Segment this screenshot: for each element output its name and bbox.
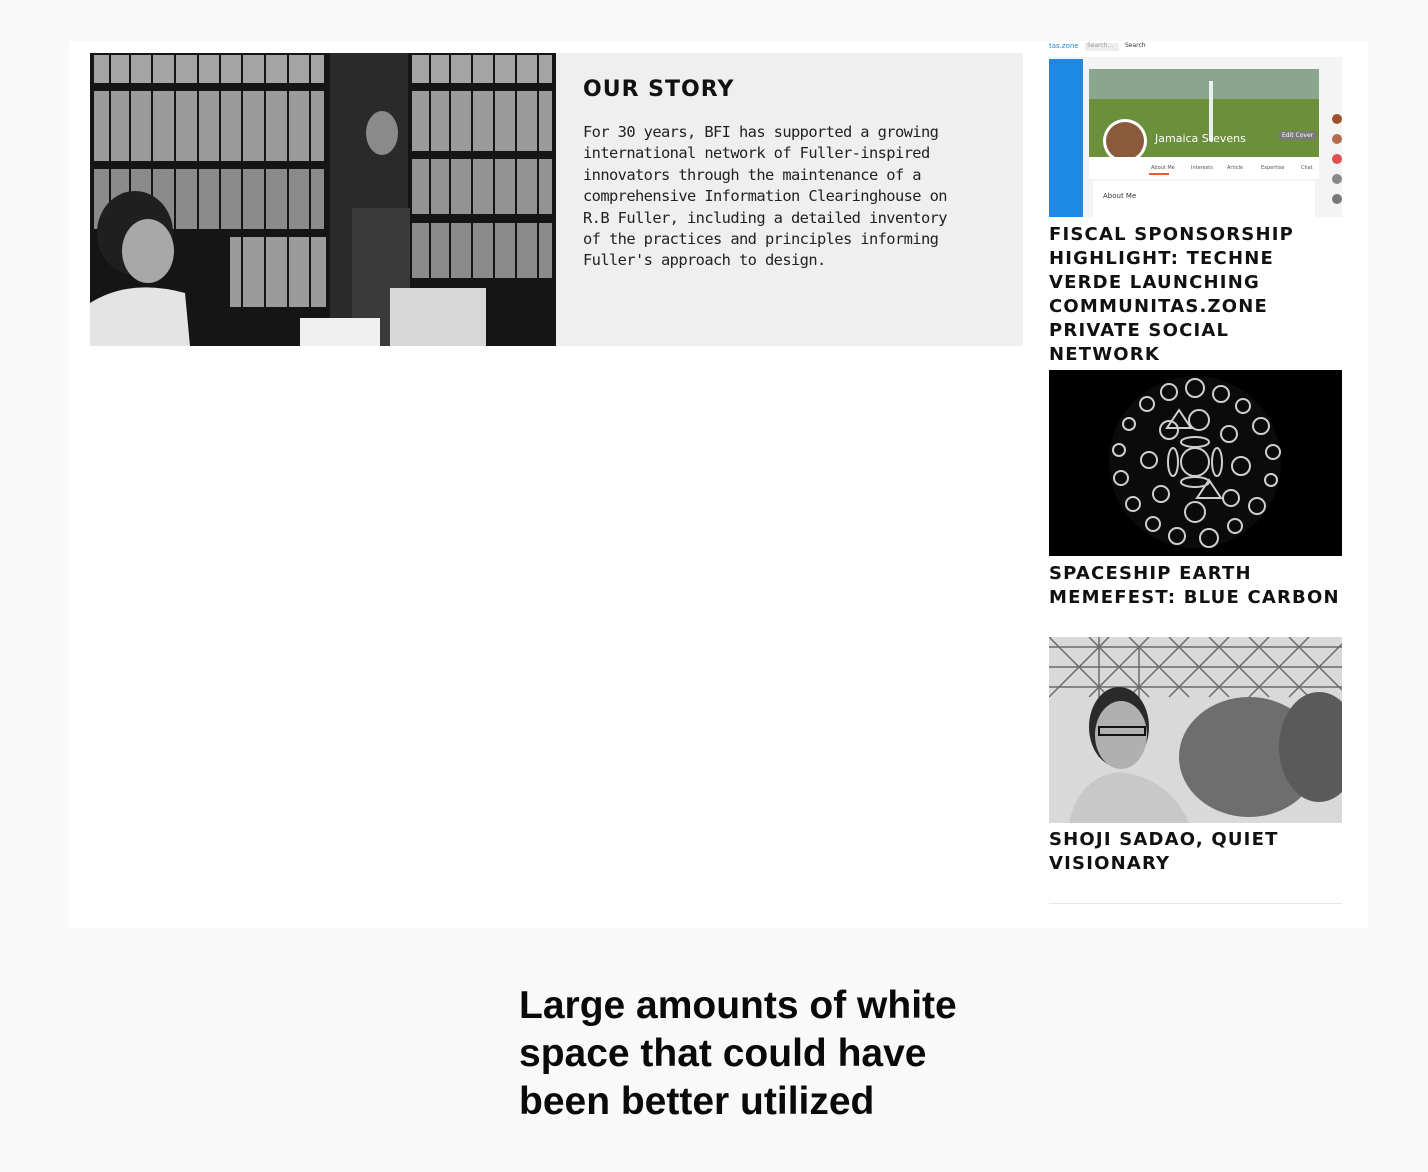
sidebar-item-title[interactable]: SHOJI SADAO, QUIET VISIONARY	[1049, 828, 1342, 876]
story-photo	[90, 53, 556, 346]
thumb-tab: Expertise	[1261, 165, 1285, 171]
library-photo	[90, 53, 556, 346]
sidebar-item-fiscal-sponsorship-thumb[interactable]: tas.zone Search... Search Jamaica Steven…	[1049, 41, 1342, 217]
thumb-tab: Article	[1227, 165, 1244, 171]
thumb-tab: Chat	[1301, 165, 1313, 171]
thumb-section: About Me	[1103, 192, 1137, 200]
thumb-profile-name: Jamaica Stevens	[1155, 132, 1246, 145]
sidebar-item-title[interactable]: FISCAL SPONSORSHIP HIGHLIGHT: TECHNE VER…	[1049, 223, 1342, 367]
story-text: OUR STORY For 30 years, BFI has supporte…	[583, 77, 963, 272]
sidebar-item-shoji-sadao-thumb[interactable]	[1049, 637, 1342, 823]
thumb-edit-cover: Edit Cover	[1279, 131, 1317, 140]
thumb-search: Search...	[1087, 42, 1114, 49]
thumb-tab: About Me	[1151, 165, 1175, 171]
thumb-logo: tas.zone	[1049, 42, 1079, 50]
sidebar-item-title[interactable]: SPACESHIP EARTH MEMEFEST: BLUE CARBON	[1049, 562, 1342, 610]
diatoms-image	[1049, 370, 1342, 556]
page-panel: OUR STORY For 30 years, BFI has supporte…	[69, 41, 1368, 928]
sidebar-item-memefest-thumb[interactable]	[1049, 370, 1342, 556]
social-network-screenshot	[1049, 41, 1342, 217]
thumb-search-button: Search	[1125, 42, 1146, 49]
story-heading: OUR STORY	[583, 77, 735, 102]
annotation-caption: Large amounts of white space that could …	[519, 984, 957, 1123]
thumb-tab: Interests	[1191, 165, 1213, 171]
portrait-photo	[1049, 637, 1342, 823]
story-body: For 30 years, BFI has supported a growin…	[583, 123, 948, 270]
our-story-banner[interactable]: OUR STORY For 30 years, BFI has supporte…	[90, 53, 1023, 346]
divider	[1049, 903, 1342, 904]
